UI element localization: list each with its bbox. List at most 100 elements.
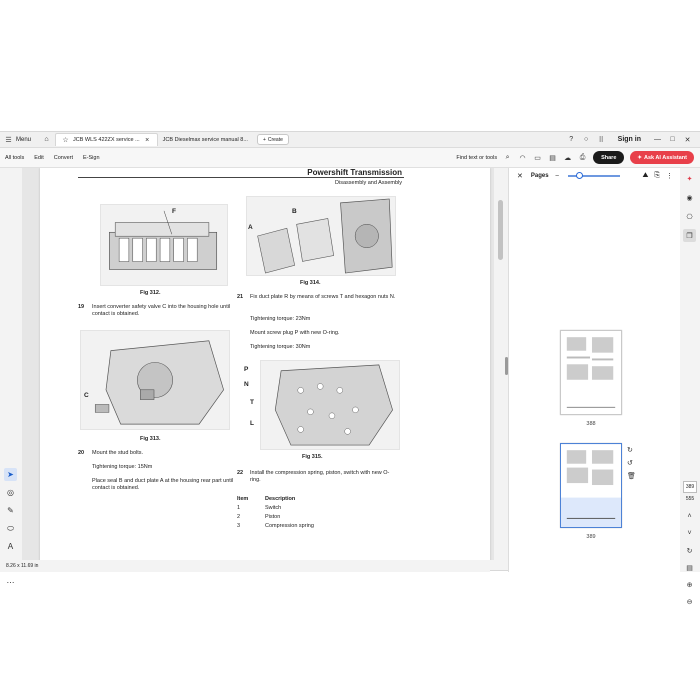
valve-block-drawing	[109, 210, 218, 270]
notification-icon[interactable]: ○	[582, 135, 591, 144]
table-cell: 2	[237, 513, 241, 520]
chevron-up-icon[interactable]: ˄	[683, 510, 696, 523]
callout-b: B	[292, 208, 297, 215]
ai-assistant-icon[interactable]: ✦	[683, 172, 696, 185]
text-box-icon[interactable]: Ａ	[4, 540, 17, 553]
torque-text: Tightening torque: 15Nm	[92, 464, 153, 470]
thumbnail-preview	[561, 444, 621, 519]
table-row: 1 Switch	[237, 503, 314, 512]
document-properties-icon[interactable]: ▤	[683, 561, 696, 574]
refresh-icon[interactable]: ↻	[683, 544, 696, 557]
page-thumbnail-389[interactable]	[560, 443, 622, 528]
draw-shape-icon[interactable]: ⬭	[4, 522, 17, 535]
plug-text: Mount screw plug P with new O-ring.	[250, 330, 340, 336]
comment-panel-icon[interactable]: ◉	[683, 191, 696, 204]
menu-button[interactable]: ☰ Menu ⌂	[0, 132, 55, 148]
step-number: 22	[237, 470, 244, 476]
thumbnail-label: 388	[586, 421, 596, 427]
chevron-down-icon[interactable]: ˅	[683, 527, 696, 540]
page-thumbnail-388[interactable]	[560, 330, 622, 415]
callout-l: L	[250, 420, 254, 427]
pages-panel: ✕ Pages − ⛰ ⎘ ⋮ 388 389 ↻ ↺ 🗑	[508, 168, 680, 572]
heading-rule	[78, 177, 404, 178]
toolbar-all-tools[interactable]: All tools	[0, 155, 29, 161]
ai-assistant-label: Ask AI Assistant	[644, 154, 687, 161]
insert-page-icon[interactable]: ⎘	[654, 172, 660, 180]
minimize-icon[interactable]: —	[653, 135, 662, 144]
left-tool-rail: ➤ ◎ ✎ ⬭ Ａ ✒ ⋯	[0, 168, 22, 587]
comment-icon[interactable]: ▭	[533, 153, 542, 162]
thumbnail-label: 389	[586, 534, 596, 540]
bookmark-icon[interactable]: ⎔	[683, 210, 696, 223]
save-icon[interactable]: ▤	[548, 153, 557, 162]
menu-label: Menu	[16, 136, 32, 143]
create-button[interactable]: + Create	[256, 134, 289, 145]
highlighter-icon[interactable]: ✎	[4, 504, 17, 517]
toolbar-edit[interactable]: Edit	[29, 155, 48, 161]
find-tools-link[interactable]: Find text or tools	[456, 155, 497, 161]
table-cell: Compression spring	[265, 522, 314, 529]
help-icon[interactable]: ?	[567, 135, 576, 144]
torque-text-2: Tightening torque: 30Nm	[250, 344, 311, 350]
current-page-input[interactable]: 389	[683, 481, 697, 493]
step-text-extra: Place seal B and duct plate A at the hou…	[92, 478, 234, 491]
pages-panel-icon[interactable]: ❐	[683, 229, 696, 242]
home-icon[interactable]: ⌂	[42, 135, 51, 144]
sparkle-icon: ✦	[637, 154, 642, 161]
zoom-out-icon[interactable]: ⊖	[683, 595, 696, 608]
share-button[interactable]: Share	[593, 151, 625, 164]
upload-cloud-icon[interactable]: ☁	[563, 153, 572, 162]
caption-fig312: Fig 312.	[140, 290, 161, 296]
tab-document-2[interactable]: JCB Dieselmax service manual 8...	[158, 133, 253, 146]
more-options-icon[interactable]: ⋮	[666, 172, 673, 180]
table-header-item: Item	[237, 495, 249, 502]
caption-fig313: Fig 313.	[140, 436, 161, 442]
zoom-in-icon[interactable]: ⊕	[683, 578, 696, 591]
rotate-counterclockwise-icon[interactable]: ↺	[627, 459, 636, 467]
window-close-icon[interactable]: ✕	[683, 135, 692, 144]
status-bar: 8.26 x 11.69 in	[0, 560, 490, 572]
document-viewport[interactable]: Powershift Transmission Disassembly and …	[22, 168, 508, 560]
search-icon[interactable]: ⌕	[503, 153, 512, 162]
callout-f: F	[172, 208, 176, 215]
hamburger-icon: ☰	[5, 136, 12, 144]
slider-knob[interactable]	[575, 172, 583, 179]
close-icon[interactable]: ×	[143, 136, 152, 145]
total-pages: 555	[685, 496, 695, 502]
thumbnail-preview	[566, 337, 616, 408]
figure-313	[80, 330, 230, 430]
scrollbar-thumb[interactable]	[498, 200, 503, 260]
items-table: Item Description 1 Switch 2 Piston 3 Com…	[237, 494, 314, 530]
rotate-clockwise-icon[interactable]: ↻	[627, 446, 636, 454]
torque-text: Tightening torque: 23Nm	[250, 316, 311, 322]
toolbar-convert[interactable]: Convert	[49, 155, 78, 161]
delete-icon[interactable]: 🗑	[627, 472, 636, 480]
comment-add-icon[interactable]: ◎	[4, 486, 17, 499]
read-aloud-icon[interactable]: ◠	[518, 153, 527, 162]
acrobat-window: ☰ Menu ⌂ ☆ JCB WLS 422ZX service ... × J…	[0, 131, 700, 606]
step-text: Install the compression spring, piston, …	[250, 470, 390, 483]
mountain-image-icon[interactable]: ⛰	[643, 172, 649, 180]
zoom-out-icon[interactable]: −	[553, 172, 562, 181]
step-text: Fix duct plate R by means of screws T an…	[250, 294, 396, 300]
star-icon[interactable]: ☆	[61, 136, 70, 145]
tab-document-1[interactable]: ☆ JCB WLS 422ZX service ... ×	[55, 133, 158, 146]
thumbnail-actions: ↻ ↺ 🗑	[627, 446, 636, 480]
create-label: Create	[267, 136, 283, 143]
callout-a: A	[248, 224, 253, 231]
sign-in-button[interactable]: Sign in	[618, 136, 641, 143]
callout-c: C	[84, 392, 89, 399]
table-header: Item Description	[237, 494, 314, 503]
maximize-icon[interactable]: □	[668, 135, 677, 144]
print-icon[interactable]: ⎙	[578, 153, 587, 162]
figure-315	[260, 360, 400, 450]
close-icon[interactable]: ✕	[517, 172, 523, 180]
pdf-page: Powershift Transmission Disassembly and …	[40, 168, 490, 560]
step-text: Insert converter safety valve C into the…	[92, 304, 231, 317]
select-cursor-icon[interactable]: ➤	[4, 468, 17, 481]
thumbnail-size-slider[interactable]	[567, 172, 620, 179]
apps-grid-icon[interactable]: ⠿	[597, 135, 606, 144]
ai-assistant-button[interactable]: ✦ Ask AI Assistant	[630, 151, 694, 164]
toolbar-esign[interactable]: E-Sign	[78, 155, 105, 161]
more-tools-icon[interactable]: ⋯	[4, 576, 17, 589]
